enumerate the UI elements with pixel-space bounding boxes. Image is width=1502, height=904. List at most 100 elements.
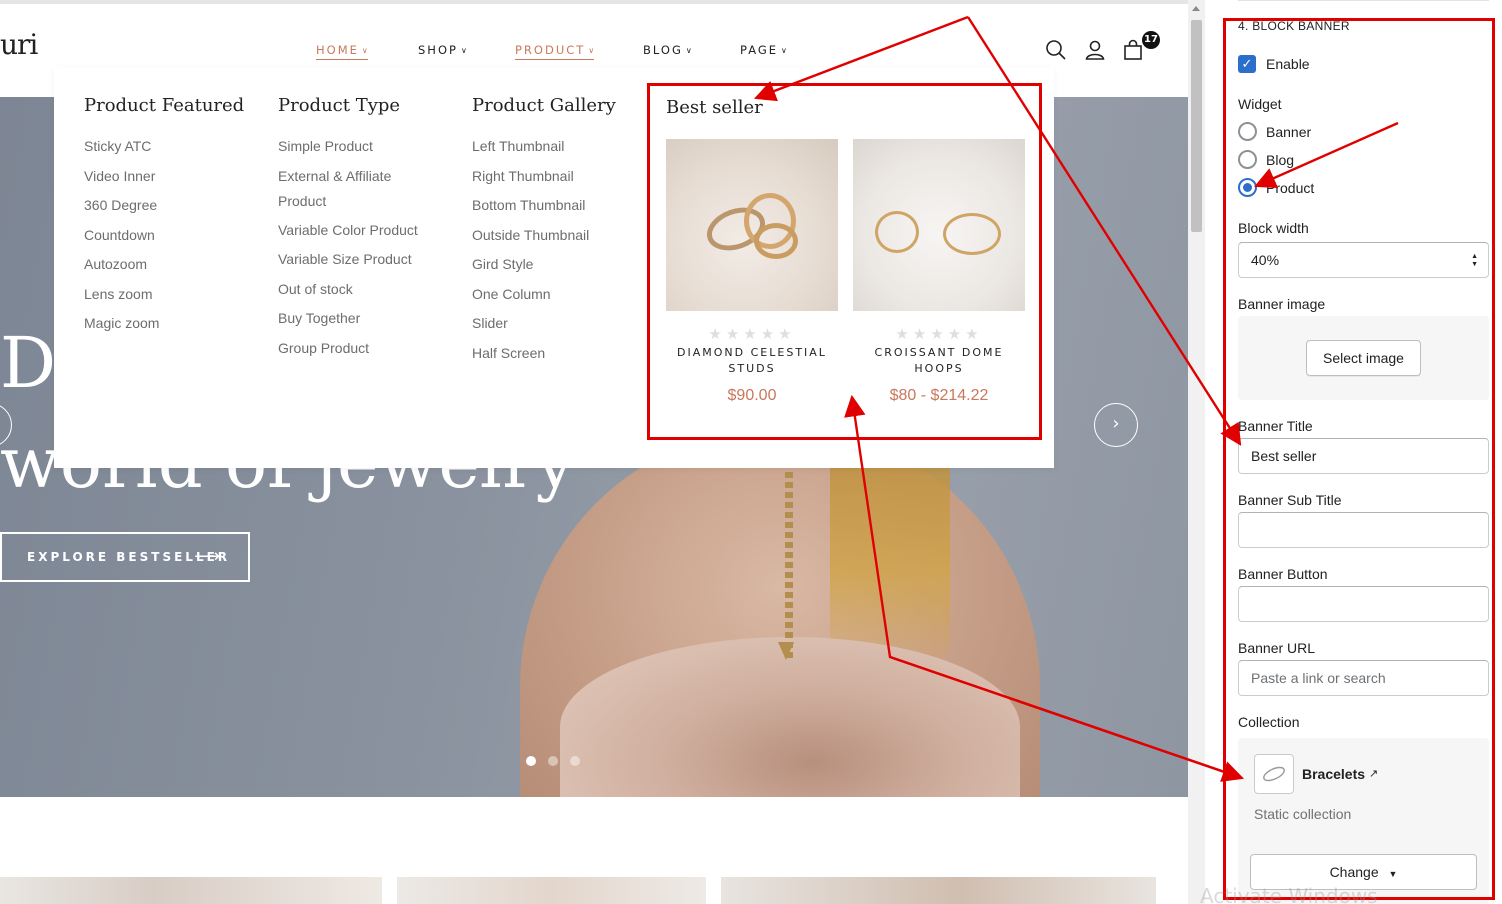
widget-option-banner: Banner — [1266, 124, 1312, 140]
banner-title-label: Banner Title — [1238, 418, 1313, 434]
menu-link[interactable]: Lens zoom — [84, 280, 244, 310]
product-card[interactable]: ★★★★★ CROISSANT DOME HOOPS $80 - $214.22 — [853, 139, 1025, 405]
store-logo[interactable]: uri — [0, 28, 38, 61]
widget-radio-banner[interactable] — [1238, 122, 1257, 141]
external-link-icon[interactable]: ↗ — [1369, 767, 1378, 780]
menu-link[interactable]: One Column — [472, 280, 616, 310]
menu-column-title: Product Gallery — [472, 95, 616, 116]
banner-title-input[interactable]: Best seller — [1238, 438, 1489, 474]
thumbnail-image-1[interactable] — [0, 877, 382, 904]
product-price: $80 - $214.22 — [889, 387, 989, 404]
slider-dot-1[interactable] — [526, 756, 536, 766]
widget-radio-product[interactable] — [1238, 178, 1257, 197]
slider-next-button[interactable]: › — [1094, 403, 1138, 447]
nav-home-label: HOME — [316, 43, 359, 57]
collection-picker: Bracelets ↗ Static collection Change ▼ — [1238, 738, 1489, 904]
nav-page[interactable]: PAGE ∨ — [740, 43, 787, 57]
account-icon[interactable] — [1083, 38, 1107, 62]
menu-link[interactable]: Group Product — [278, 334, 428, 364]
enable-label: Enable — [1266, 56, 1310, 72]
collection-type: Static collection — [1254, 806, 1352, 822]
menu-link[interactable]: Variable Color Product — [278, 216, 428, 246]
menu-column-product-type: Product Type Simple Product External & A… — [278, 95, 428, 363]
chevron-down-icon: ∨ — [781, 46, 787, 55]
product-name[interactable]: DIAMOND CELESTIAL STUDS — [666, 345, 838, 377]
panel-divider — [1238, 0, 1489, 1]
menu-link[interactable]: Out of stock — [278, 275, 428, 305]
thumbnail-image-2[interactable] — [397, 877, 706, 904]
product-name[interactable]: CROISSANT DOME HOOPS — [853, 345, 1025, 377]
widget-label: Widget — [1238, 96, 1282, 112]
rating-stars: ★★★★★ — [895, 325, 983, 343]
slider-dots — [526, 756, 580, 766]
explore-bestseller-button[interactable]: EXPLORE BESTSELLER ⟶ — [0, 532, 250, 582]
widget-radio-blog[interactable] — [1238, 150, 1257, 169]
nav-product[interactable]: PRODUCT ∨ — [515, 43, 595, 60]
checkmark-icon: ✓ — [1241, 56, 1253, 71]
nav-shop-label: SHOP — [418, 43, 458, 57]
menu-link[interactable]: Variable Size Product — [278, 245, 428, 275]
scrollbar-thumb[interactable] — [1191, 20, 1202, 232]
search-icon[interactable] — [1044, 38, 1068, 62]
menu-link[interactable]: 360 Degree — [84, 191, 244, 221]
collection-name[interactable]: Bracelets — [1302, 766, 1365, 782]
menu-link[interactable]: Sticky ATC — [84, 132, 244, 162]
chevron-down-icon: ∨ — [588, 46, 595, 55]
block-width-select[interactable]: 40% ▲ ▼ — [1238, 242, 1489, 278]
nav-home[interactable]: HOME ∨ — [316, 43, 368, 60]
slider-dot-2[interactable] — [548, 756, 558, 766]
storefront-preview: uri HOME ∨ SHOP ∨ PRODUCT ∨ BLOG ∨ PAGE ∨ 17 … — [0, 0, 1188, 904]
product-image[interactable] — [666, 139, 838, 311]
menu-link[interactable]: Bottom Thumbnail — [472, 191, 616, 221]
block-width-value: 40% — [1251, 252, 1280, 268]
menu-link[interactable]: Outside Thumbnail — [472, 221, 616, 251]
collection-thumbnail — [1254, 754, 1294, 794]
preview-scrollbar[interactable] — [1188, 0, 1205, 904]
nav-blog[interactable]: BLOG ∨ — [643, 43, 692, 57]
thumbnail-image-3[interactable] — [721, 877, 1156, 904]
settings-panel: 4. BLOCK BANNER ✓ Enable Widget Banner B… — [1222, 0, 1502, 904]
cart-count-badge: 17 — [1142, 31, 1160, 49]
chevron-down-icon: ∨ — [361, 46, 368, 55]
select-arrows-icon: ▲ ▼ — [1471, 253, 1478, 268]
menu-link[interactable]: Gird Style — [472, 250, 616, 280]
widget-option-blog: Blog — [1266, 152, 1295, 168]
banner-url-input[interactable] — [1238, 660, 1489, 696]
menu-link[interactable]: Simple Product — [278, 132, 428, 162]
menu-link[interactable]: Autozoom — [84, 250, 244, 280]
caret-down-icon: ▼ — [1388, 869, 1398, 879]
block-width-label: Block width — [1238, 220, 1309, 236]
bracelet-icon — [1263, 766, 1285, 782]
os-watermark: Activate Windows — [1200, 884, 1378, 904]
menu-link[interactable]: Countdown — [84, 221, 244, 251]
slider-dot-3[interactable] — [570, 756, 580, 766]
select-image-button[interactable]: Select image — [1306, 340, 1421, 376]
section-title: 4. BLOCK BANNER — [1238, 19, 1350, 33]
menu-link[interactable]: Left Thumbnail — [472, 132, 616, 162]
menu-link[interactable]: Half Screen — [472, 339, 616, 369]
menu-link[interactable]: Magic zoom — [84, 309, 244, 339]
menu-link[interactable]: External & Affiliate Product — [278, 162, 428, 216]
menu-link[interactable]: Slider — [472, 309, 616, 339]
banner-subtitle-input[interactable] — [1238, 512, 1489, 548]
arrow-right-icon: ⟶ — [194, 546, 220, 567]
banner-button-input[interactable] — [1238, 586, 1489, 622]
banner-url-label: Banner URL — [1238, 640, 1316, 656]
best-seller-title: Best seller — [666, 97, 763, 118]
menu-link[interactable]: Buy Together — [278, 304, 428, 334]
product-price: $90.00 — [727, 387, 777, 404]
menu-link[interactable]: Right Thumbnail — [472, 162, 616, 192]
nav-page-label: PAGE — [740, 43, 779, 57]
banner-image-label: Banner image — [1238, 296, 1326, 312]
collection-label: Collection — [1238, 714, 1300, 730]
menu-link[interactable]: Video Inner — [84, 162, 244, 192]
chevron-down-icon: ∨ — [685, 46, 692, 55]
banner-subtitle-label: Banner Sub Title — [1238, 492, 1342, 508]
menu-column-title: Product Type — [278, 95, 401, 116]
menu-column-product-featured: Product Featured Sticky ATC Video Inner … — [84, 95, 244, 339]
enable-checkbox[interactable]: ✓ — [1238, 55, 1256, 73]
product-card[interactable]: ★★★★★ DIAMOND CELESTIAL STUDS $90.00 — [666, 139, 838, 405]
nav-shop[interactable]: SHOP ∨ — [418, 43, 467, 57]
scroll-up-icon[interactable] — [1192, 6, 1200, 11]
product-image[interactable] — [853, 139, 1025, 311]
